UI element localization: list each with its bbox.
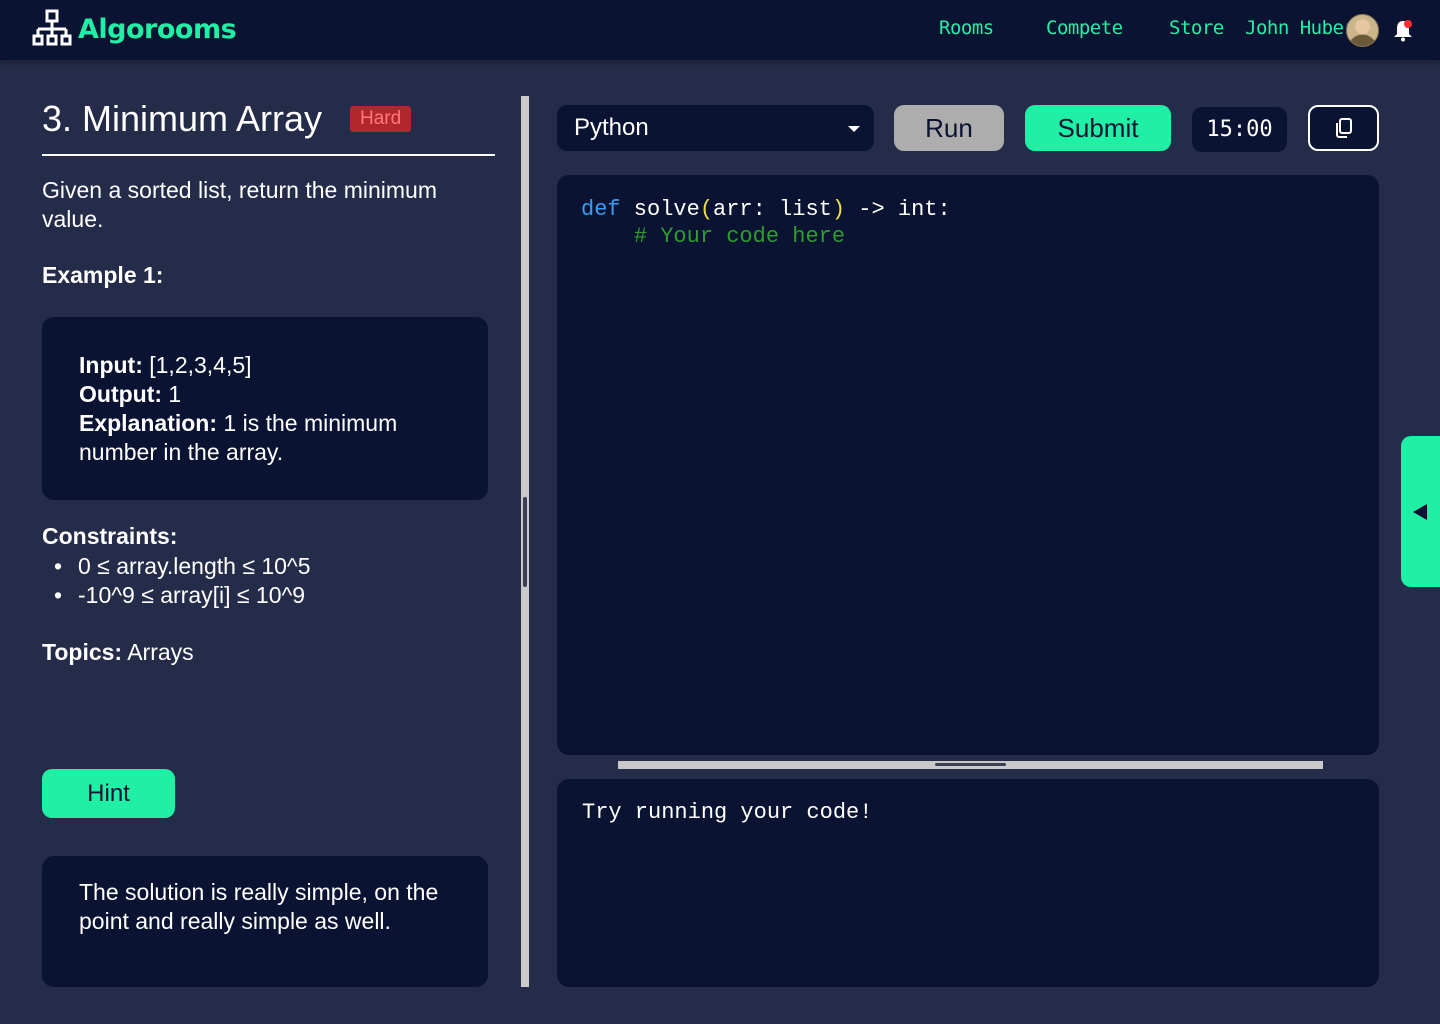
nav-compete[interactable]: Compete [1046, 17, 1123, 39]
constraints-heading: Constraints: [42, 523, 178, 549]
code-paren-open: ( [699, 197, 714, 222]
copy-button[interactable] [1308, 105, 1379, 151]
timer: 15:00 [1192, 107, 1287, 152]
code-editor[interactable]: def solve(arr: list) -> int: # Your code… [557, 175, 1379, 755]
network-logo-icon [32, 9, 72, 46]
topics-label: Topics: [42, 639, 123, 665]
nav-rooms[interactable]: Rooms [939, 17, 994, 39]
output-console: Try running your code! [557, 779, 1379, 987]
notification-dot [1404, 20, 1412, 28]
submit-button[interactable]: Submit [1025, 105, 1171, 151]
editor-resize-grip[interactable] [935, 763, 1006, 766]
example-input-value: [1,2,3,4,5] [142, 352, 252, 378]
example-output: Output: 1 [79, 380, 451, 409]
brand-logo[interactable]: Algorooms [32, 9, 237, 49]
run-button[interactable]: Run [894, 105, 1004, 151]
copy-icon [1336, 118, 1352, 138]
title-divider [42, 154, 495, 156]
example-input: Input: [1,2,3,4,5] [79, 351, 451, 380]
difficulty-badge: Hard [350, 106, 412, 132]
topics: Topics: Arrays [42, 639, 194, 666]
top-nav-bar: Algorooms Rooms Compete Store John Huber [0, 0, 1440, 60]
code-function-name: solve [620, 197, 700, 222]
example-heading: Example 1: [42, 262, 164, 288]
example-box: Input: [1,2,3,4,5] Output: 1 Explanation… [42, 317, 488, 500]
code-comment: # Your code here [633, 224, 846, 249]
language-select[interactable]: Python [557, 105, 874, 151]
topics-value: Arrays [122, 639, 194, 665]
splitter-grip[interactable] [523, 497, 527, 587]
example-explanation: Explanation: 1 is the minimum number in … [79, 409, 451, 467]
code-args: arr: list [713, 197, 832, 222]
problem-title: 3. Minimum Array [42, 98, 323, 139]
constraint-item: 0 ≤ array.length ≤ 10^5 [54, 552, 311, 581]
hint-text: The solution is really simple, on the po… [42, 856, 488, 987]
example-output-value: 1 [162, 381, 182, 407]
problem-description: Given a sorted list, return the minimum … [42, 177, 437, 232]
example-explanation-label: Explanation: [79, 410, 218, 436]
nav-store[interactable]: Store [1169, 17, 1224, 39]
example-input-label: Input: [79, 352, 143, 378]
constraints-list: 0 ≤ array.length ≤ 10^5 -10^9 ≤ array[i]… [54, 552, 311, 610]
brand-name: Algorooms [78, 13, 237, 45]
code-return-type: -> int: [845, 197, 951, 222]
avatar[interactable] [1346, 14, 1379, 47]
code-keyword: def [581, 197, 621, 222]
chevron-down-icon[interactable] [848, 126, 860, 132]
user-name-link[interactable]: John Huber [1245, 17, 1355, 39]
hint-button[interactable]: Hint [42, 769, 175, 818]
arrow-left-icon[interactable] [1413, 504, 1427, 520]
example-output-label: Output: [79, 381, 163, 407]
constraint-item: -10^9 ≤ array[i] ≤ 10^9 [54, 581, 311, 610]
code-paren-close: ) [831, 197, 846, 222]
